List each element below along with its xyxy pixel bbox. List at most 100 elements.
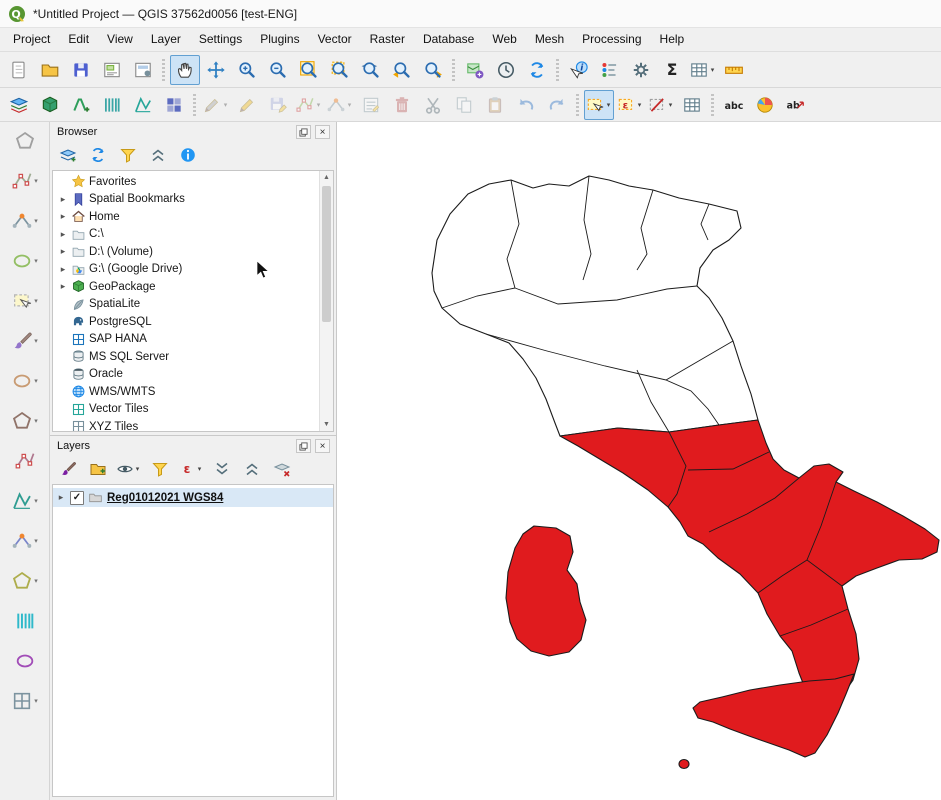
left-tool-7-button[interactable]: ▾ — [11, 370, 38, 392]
pan-map-button[interactable] — [170, 55, 200, 85]
pan-map-to-selection-button[interactable] — [201, 55, 231, 85]
map-tips-button[interactable]: ab — [781, 90, 811, 120]
left-tool-9-button[interactable] — [14, 450, 36, 472]
menu-mesh[interactable]: Mesh — [526, 28, 573, 51]
manage-map-themes-button[interactable]: ▾ — [115, 456, 143, 482]
open-layer-styling-button[interactable] — [55, 456, 81, 482]
left-tool-1-button[interactable] — [14, 130, 36, 152]
browser-item-c[interactable]: ▸C:\ — [53, 226, 320, 244]
expand-caret-icon[interactable]: ▸ — [58, 211, 68, 222]
left-tool-4-dropdown-icon[interactable]: ▾ — [34, 257, 38, 265]
scrollbar-up-icon[interactable]: ▲ — [320, 171, 333, 184]
browser-item-oracle[interactable]: Oracle — [53, 366, 320, 384]
diagrams-button[interactable] — [750, 90, 780, 120]
left-tool-12-button[interactable]: ▾ — [11, 570, 38, 592]
add-selected-layers-button[interactable] — [55, 142, 81, 168]
expand-caret-icon[interactable]: ▸ — [58, 229, 68, 240]
zoom-in-button[interactable] — [232, 55, 262, 85]
browser-float-icon[interactable] — [296, 125, 311, 139]
left-tool-2-button[interactable]: ▾ — [11, 170, 38, 192]
attribute-table-dropdown-icon[interactable]: ▾ — [709, 66, 717, 74]
labeling-button[interactable]: abc — [719, 90, 749, 120]
layer-row-reg01012021-wgs84[interactable]: ▸ ✓ Reg01012021 WGS84 — [53, 488, 333, 507]
layer-checkbox[interactable]: ✓ — [70, 491, 84, 505]
left-tool-7-dropdown-icon[interactable]: ▾ — [34, 377, 38, 385]
zoom-to-layer-button[interactable] — [356, 55, 386, 85]
left-tool-3-dropdown-icon[interactable]: ▾ — [34, 217, 38, 225]
menu-database[interactable]: Database — [414, 28, 483, 51]
left-tool-8-dropdown-icon[interactable]: ▾ — [34, 417, 38, 425]
expand-all-button[interactable] — [209, 456, 235, 482]
menu-vector[interactable]: Vector — [309, 28, 361, 51]
attribute-table-button[interactable]: ▾ — [688, 55, 718, 85]
refresh-browser-button[interactable] — [85, 142, 111, 168]
left-tool-11-dropdown-icon[interactable]: ▾ — [34, 537, 38, 545]
select-by-value-button[interactable]: ε▾ — [615, 90, 645, 120]
menu-layer[interactable]: Layer — [142, 28, 190, 51]
browser-item-d-volume[interactable]: ▸D:\ (Volume) — [53, 243, 320, 261]
new-shapefile-layer-button[interactable] — [66, 90, 96, 120]
browser-item-ms-sql-server[interactable]: MS SQL Server — [53, 348, 320, 366]
browser-item-geopackage[interactable]: ▸GeoPackage — [53, 278, 320, 296]
zoom-full-button[interactable] — [294, 55, 324, 85]
left-tool-14-button[interactable] — [14, 650, 36, 672]
left-tool-3-button[interactable]: ▾ — [11, 210, 38, 232]
expand-caret-icon[interactable]: ▸ — [58, 246, 68, 257]
menu-project[interactable]: Project — [4, 28, 59, 51]
menu-processing[interactable]: Processing — [573, 28, 650, 51]
select-features-button[interactable]: ▾ — [584, 90, 614, 120]
remove-layer-button[interactable] — [269, 456, 295, 482]
browser-item-g-google-drive[interactable]: ▸G:\ (Google Drive) — [53, 261, 320, 279]
temporal-controller-button[interactable] — [491, 55, 521, 85]
zoom-last-button[interactable] — [387, 55, 417, 85]
new-project-button[interactable] — [4, 55, 34, 85]
menu-view[interactable]: View — [98, 28, 142, 51]
browser-scrollbar[interactable]: ▲ ▼ — [319, 171, 333, 431]
menu-raster[interactable]: Raster — [361, 28, 414, 51]
left-tool-15-button[interactable]: ▾ — [11, 690, 38, 712]
browser-item-spatial-bookmarks[interactable]: ▸Spatial Bookmarks — [53, 191, 320, 209]
options-button[interactable] — [626, 55, 656, 85]
open-field-calculator-button[interactable] — [677, 90, 707, 120]
add-group-button[interactable] — [85, 456, 111, 482]
collapse-all-button[interactable] — [145, 142, 171, 168]
browser-item-spatialite[interactable]: SpatiaLite — [53, 296, 320, 314]
show-layout-manager-button[interactable] — [128, 55, 158, 85]
browser-item-postgresql[interactable]: PostgreSQL — [53, 313, 320, 331]
zoom-out-button[interactable] — [263, 55, 293, 85]
browser-item-vector-tiles[interactable]: Vector Tiles — [53, 401, 320, 419]
add-virtual-layer-button[interactable] — [159, 90, 189, 120]
filter-browser-button[interactable] — [115, 142, 141, 168]
zoom-to-selection-button[interactable] — [325, 55, 355, 85]
new-geopackage-layer-button[interactable] — [35, 90, 65, 120]
filter-legend-button[interactable] — [147, 456, 173, 482]
new-print-layout-button[interactable] — [97, 55, 127, 85]
expand-caret-icon[interactable]: ▸ — [58, 281, 68, 292]
layers-close-icon[interactable]: × — [315, 439, 330, 453]
layer-name[interactable]: Reg01012021 WGS84 — [107, 492, 223, 504]
show-statistical-sum-button[interactable]: Σ — [657, 55, 687, 85]
menu-plugins[interactable]: Plugins — [251, 28, 308, 51]
data-source-manager-button[interactable] — [4, 90, 34, 120]
left-tool-12-dropdown-icon[interactable]: ▾ — [34, 577, 38, 585]
scrollbar-thumb[interactable] — [322, 186, 331, 322]
open-project-button[interactable] — [35, 55, 65, 85]
deselect-features-button[interactable]: ▾ — [646, 90, 676, 120]
current-edits-dropdown-icon[interactable]: ▾ — [222, 101, 230, 109]
select-by-value-dropdown-icon[interactable]: ▾ — [636, 101, 644, 109]
map-canvas[interactable] — [337, 122, 941, 800]
enable-properties-widget-button[interactable] — [175, 142, 201, 168]
collapse-all-layers-button[interactable] — [239, 456, 265, 482]
zoom-next-button[interactable] — [418, 55, 448, 85]
filter-by-expression-button[interactable]: ε▾ — [177, 456, 205, 482]
select-features-dropdown-icon[interactable]: ▾ — [605, 101, 613, 109]
layer-expand-icon[interactable]: ▸ — [56, 492, 66, 503]
statistical-summary-button[interactable] — [595, 55, 625, 85]
browser-item-sap-hana[interactable]: SAP HANA — [53, 331, 320, 349]
left-tool-6-button[interactable]: ▾ — [11, 330, 38, 352]
scrollbar-down-icon[interactable]: ▼ — [320, 418, 333, 431]
menu-help[interactable]: Help — [651, 28, 694, 51]
save-project-button[interactable] — [66, 55, 96, 85]
left-tool-13-button[interactable] — [14, 610, 36, 632]
left-tool-10-dropdown-icon[interactable]: ▾ — [34, 497, 38, 505]
